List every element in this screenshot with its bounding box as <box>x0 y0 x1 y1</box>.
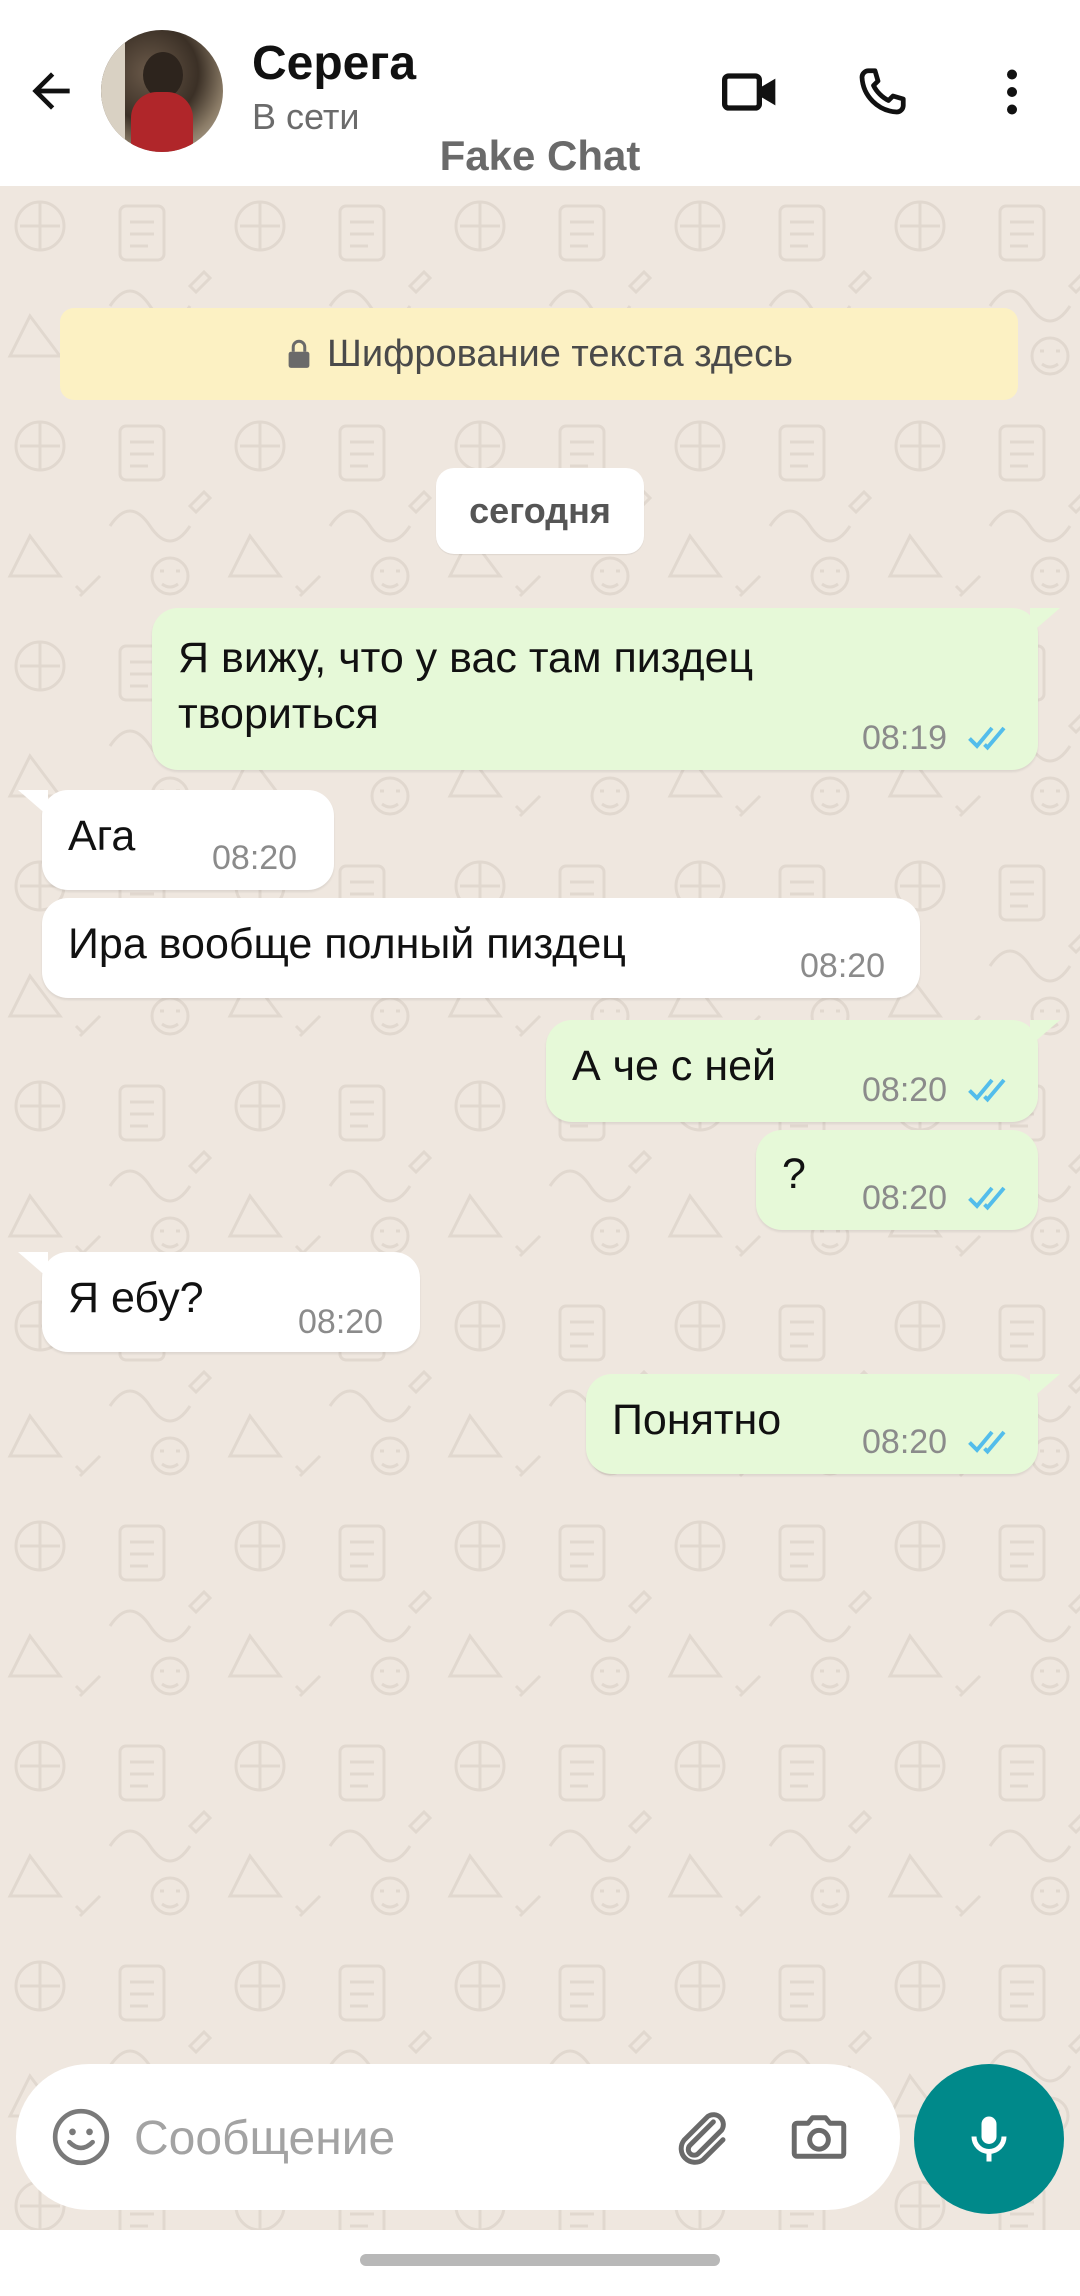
message-text: Понятно <box>612 1392 781 1448</box>
message-text: Я ебу? <box>68 1270 204 1326</box>
phone-icon <box>859 68 906 115</box>
watermark-label: Fake Chat <box>439 132 641 179</box>
bubble-tail <box>1030 1020 1060 1046</box>
encryption-notice-text: Шифрование текста здесь <box>327 332 793 375</box>
double-check-icon <box>968 726 1006 751</box>
message-text: Ира вообще полный пиздец <box>68 916 626 972</box>
message-bubble-incoming[interactable]: Ира вообще полный пиздец 08:20 <box>42 898 920 998</box>
bubble-tail <box>18 790 48 816</box>
emoji-icon[interactable] <box>50 2106 112 2168</box>
message-line: ? <box>782 1150 806 1198</box>
message-time: 08:20 <box>862 1071 948 1109</box>
chat-area[interactable]: Шифрование текста здесь сегодня Я вижу, … <box>0 186 1080 2230</box>
message-bubble-outgoing[interactable]: Я вижу, что у вас там пиздец твориться 0… <box>152 608 1038 770</box>
message-text: Ага <box>68 808 135 864</box>
home-gesture-bar[interactable] <box>360 2254 720 2266</box>
double-check-icon <box>968 1430 1006 1455</box>
double-check-icon <box>968 1186 1006 1211</box>
microphone-icon <box>971 2116 1007 2162</box>
message-text: ? <box>782 1146 806 1202</box>
bubble-tail <box>1030 1374 1060 1400</box>
message-bubble-outgoing[interactable]: ? 08:20 <box>756 1130 1038 1230</box>
more-vertical-icon <box>1007 69 1017 115</box>
video-camera-icon <box>722 73 776 111</box>
paperclip-icon[interactable] <box>668 2104 734 2170</box>
message-bubble-outgoing[interactable]: Понятно 08:20 <box>586 1374 1038 1474</box>
lock-icon <box>288 339 310 368</box>
message-text: Я вижу, что у вас там пиздец твориться <box>178 630 753 742</box>
arrow-left-icon <box>32 72 70 110</box>
double-check-icon <box>968 1078 1006 1103</box>
message-line: А че с ней <box>572 1042 777 1090</box>
message-line: Ага <box>68 812 136 860</box>
voice-message-button[interactable] <box>914 2064 1064 2214</box>
bubble-tail <box>18 1252 48 1278</box>
message-line: Ира вообще полный пиздец <box>68 920 626 968</box>
date-separator: сегодня <box>436 468 644 554</box>
encryption-notice[interactable]: Шифрование текста здесь <box>60 308 1018 400</box>
camera-icon[interactable] <box>786 2104 852 2170</box>
message-bubble-incoming[interactable]: Я ебу? 08:20 <box>42 1252 420 1352</box>
message-time: 08:20 <box>862 1423 948 1461</box>
chat-header: Серега В сети Fake Chat <box>0 0 1080 186</box>
message-line: Понятно <box>612 1396 782 1444</box>
message-time: 08:20 <box>298 1303 384 1341</box>
video-call-button[interactable] <box>714 56 786 128</box>
message-time: 08:19 <box>862 719 948 757</box>
message-bubble-outgoing[interactable]: А че с ней 08:20 <box>546 1020 1038 1122</box>
message-text: А че с ней <box>572 1038 776 1094</box>
contact-name[interactable]: Серега <box>252 36 416 91</box>
bubble-tail <box>1030 608 1060 634</box>
back-button[interactable] <box>18 58 84 124</box>
voice-call-button[interactable] <box>846 56 918 128</box>
message-line: твориться <box>178 690 379 738</box>
message-line: Я вижу, что у вас там пиздец <box>178 634 754 682</box>
message-line: Я ебу? <box>68 1274 204 1322</box>
message-time: 08:20 <box>800 947 886 985</box>
message-time: 08:20 <box>862 1179 948 1217</box>
message-bubble-incoming[interactable]: Ага 08:20 <box>42 790 334 890</box>
message-composer <box>16 2064 900 2210</box>
message-time: 08:20 <box>212 839 298 877</box>
more-options-button[interactable] <box>976 56 1048 128</box>
message-input[interactable] <box>132 2102 656 2174</box>
